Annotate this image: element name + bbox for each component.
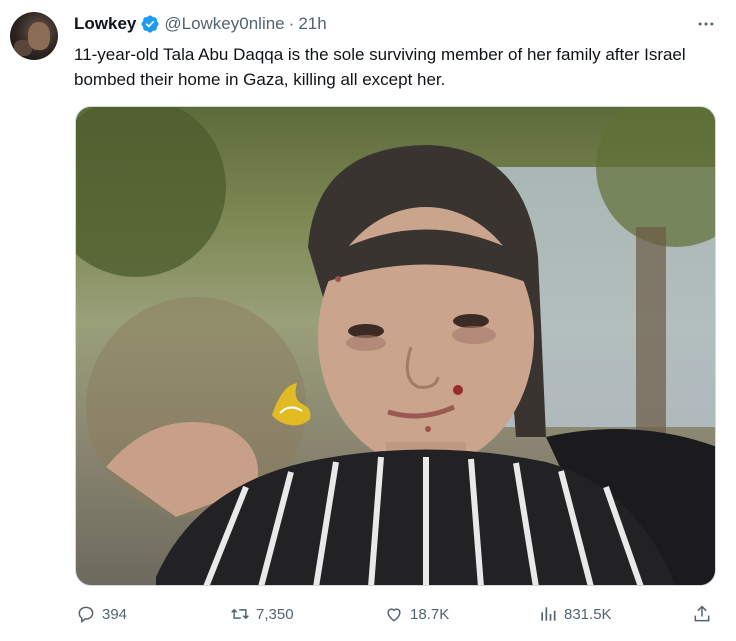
tweet[interactable]: Lowkey @Lowkey0nline · 21h 11-year-old T… — [0, 0, 736, 641]
reply-button[interactable]: 394 — [76, 602, 127, 626]
tweet-header: Lowkey @Lowkey0nline · 21h — [74, 13, 327, 35]
views-count: 831.5K — [564, 605, 612, 623]
views-button[interactable]: 831.5K — [538, 602, 612, 626]
tweet-text: 11-year-old Tala Abu Daqqa is the sole s… — [74, 45, 686, 89]
tweet-photo[interactable] — [75, 106, 716, 586]
photo-illustration — [76, 107, 715, 585]
like-count: 18.7K — [410, 605, 450, 623]
views-icon — [541, 607, 556, 621]
like-icon — [387, 608, 401, 622]
tweet-timestamp[interactable]: 21h — [298, 14, 326, 34]
reply-icon — [78, 606, 94, 623]
avatar[interactable] — [10, 12, 58, 60]
watermark-logo — [262, 375, 322, 435]
verified-badge-icon — [141, 15, 159, 33]
share-button[interactable] — [692, 602, 712, 626]
separator-dot: · — [288, 14, 295, 33]
repost-icon — [231, 608, 249, 620]
repost-button[interactable]: 7,350 — [230, 602, 294, 626]
like-button[interactable]: 18.7K — [384, 602, 449, 626]
action-bar: 394 7,350 18.7K 831.5K — [74, 602, 720, 626]
reply-count: 394 — [102, 605, 128, 623]
more-icon[interactable] — [695, 14, 717, 34]
repost-count: 7,350 — [256, 605, 294, 623]
author-name[interactable]: Lowkey — [74, 14, 136, 34]
share-icon — [694, 605, 710, 622]
author-handle[interactable]: @Lowkey0nline — [164, 14, 284, 34]
